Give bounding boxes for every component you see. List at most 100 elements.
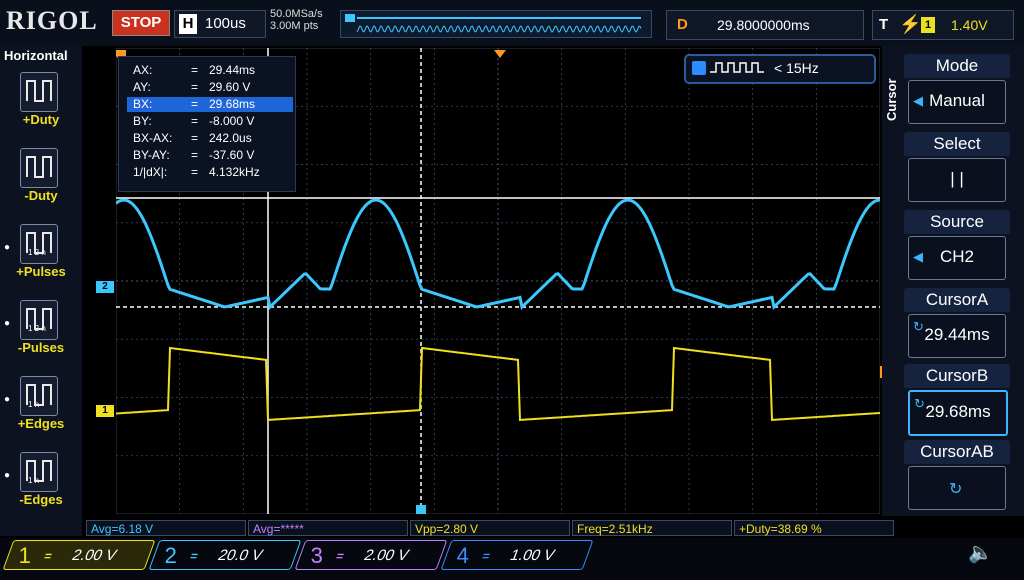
right-menu-item-value-box[interactable]: ↻ — [908, 466, 1006, 510]
cursor-readout-row: AY: = 29.60 V — [133, 80, 293, 95]
readout-equals: = — [191, 80, 199, 94]
cursor-readout-row: 1/|dX|: = 4.132kHz — [133, 165, 293, 180]
dot-indicator-icon: ● — [4, 318, 11, 329]
cursor-readout-panel: AX: = 29.44ms AY: = 29.60 V BX: = 29.68ms BY: = -8.… — [118, 56, 296, 192]
trigger-source: 1 — [921, 17, 935, 33]
readout-value: -37.60 V — [209, 148, 255, 162]
readout-value: -8.000 V — [209, 114, 255, 128]
sample-info: 50.0MSa/s 3.00M pts — [270, 8, 323, 32]
right-menu-item-cursorb[interactable]: CursorB ↻ 29.68ms — [904, 364, 1010, 438]
readout-value: 29.44ms — [209, 63, 256, 77]
right-menu-item-value: 29.68ms — [925, 402, 991, 421]
measurement-item[interactable]: Avg=***** — [248, 520, 408, 536]
right-menu-item-value: | | — [950, 169, 964, 188]
cursor-readout-row: BX: = 29.68ms — [127, 97, 293, 112]
left-menu-item-sub: 1 2 n — [28, 248, 46, 257]
cursor-readout-row: BY-AY: = -37.60 V — [133, 148, 293, 163]
horizontal-timebase[interactable]: H 100us — [174, 10, 266, 38]
left-menu-item-0[interactable]: +Duty — [0, 68, 82, 144]
measurement-item[interactable]: Avg=6.18 V — [86, 520, 246, 536]
channel-scale: 2.00 V — [69, 547, 120, 564]
pos-edges-icon — [20, 376, 58, 416]
channel-scale: 2.00 V — [361, 547, 412, 564]
right-menu-item-cursorab[interactable]: CursorAB ↻ — [904, 440, 1010, 514]
right-menu-item-value-box[interactable]: ◀ CH2 — [908, 236, 1006, 280]
right-menu-item-value: 29.44ms — [924, 325, 990, 344]
delay-display[interactable]: D 29.8000000ms — [666, 10, 864, 40]
right-menu-item-value: Manual — [929, 91, 985, 110]
dot-indicator-icon: ● — [4, 470, 11, 481]
memory-overview[interactable] — [340, 10, 652, 38]
delay-label: D — [677, 16, 688, 33]
ch1-ground-marker[interactable]: 1 — [96, 405, 114, 417]
left-menu-item-4[interactable]: 1 n ● +Edges — [0, 372, 82, 448]
left-menu-item-1[interactable]: -Duty — [0, 144, 82, 220]
readout-equals: = — [191, 148, 199, 162]
right-menu-item-source[interactable]: Source ◀ CH2 — [904, 210, 1010, 284]
square-wave-icon — [710, 62, 764, 73]
left-menu-item-2[interactable]: 1 2 n ● +Pulses — [0, 220, 82, 296]
readout-equals: = — [191, 131, 199, 145]
readout-value: 242.0us — [209, 131, 252, 145]
measurement-item[interactable]: Vpp=2.80 V — [410, 520, 570, 536]
channel-4-status[interactable]: 4 = 1.00 V — [440, 540, 594, 570]
channel-scale: 1.00 V — [507, 547, 558, 564]
channel-number: 2 — [164, 543, 177, 568]
left-menu-title: Horizontal — [4, 48, 68, 63]
timebase-value: 100us — [205, 15, 246, 32]
left-menu-item-label: -Pulses — [17, 340, 65, 355]
right-menu-item-title: Select — [904, 132, 1010, 156]
cursor-readout-row: AX: = 29.44ms — [133, 63, 293, 78]
right-menu-item-title: Mode — [904, 54, 1010, 78]
right-menu-item-title: CursorA — [904, 288, 1010, 312]
measurement-item[interactable]: Freq=2.51kHz — [572, 520, 732, 536]
neg-pulses-icon — [20, 300, 58, 340]
knob-rotate-icon: ↻ — [949, 481, 963, 498]
left-menu-item-5[interactable]: 1 n ● -Edges — [0, 448, 82, 524]
pos-pulses-icon — [20, 224, 58, 264]
right-menu-item-value-box[interactable]: ↻ 29.44ms — [908, 314, 1006, 358]
readout-equals: = — [191, 114, 199, 128]
ch2-ground-marker[interactable]: 2 — [96, 281, 114, 293]
neg-edges-icon — [20, 452, 58, 492]
channel-1-status[interactable]: 1 = 2.00 V — [2, 540, 156, 570]
run-stop-status[interactable]: STOP — [112, 10, 170, 36]
dc-coupling-icon: = — [42, 549, 55, 563]
channel-2-status[interactable]: 2 = 20.0 V — [148, 540, 302, 570]
sample-rate: 50.0MSa/s — [270, 8, 323, 20]
left-menu-item-label: +Pulses — [16, 264, 66, 279]
frequency-counter-value: < 15Hz — [774, 60, 819, 76]
right-menu-item-select[interactable]: Select | | — [904, 132, 1010, 206]
right-menu-item-value-box[interactable]: | | — [908, 158, 1006, 202]
readout-value: 29.68ms — [209, 97, 256, 111]
trigger-position-marker-top — [494, 50, 506, 58]
dc-coupling-icon: = — [480, 549, 493, 563]
right-menu-item-value-box[interactable]: ↻ 29.68ms — [908, 390, 1008, 436]
memory-window-marker — [345, 14, 355, 22]
dc-coupling-icon: = — [334, 549, 347, 563]
readout-equals: = — [191, 97, 199, 111]
frequency-counter: < 15Hz — [684, 54, 876, 84]
channel-scale: 20.0 V — [215, 547, 266, 564]
right-menu-item-mode[interactable]: Mode ◀ Manual — [904, 54, 1010, 128]
readout-value: 29.60 V — [209, 80, 251, 94]
speaker-icon[interactable]: 🔈 — [968, 540, 993, 565]
left-menu-item-3[interactable]: 1 2 n ● -Pulses — [0, 296, 82, 372]
left-menu-item-sub: 1 n — [28, 476, 40, 485]
brand-logo: RIGOL — [6, 6, 98, 35]
trigger-level: 1.40V — [951, 17, 988, 33]
readout-key: BY: — [133, 114, 152, 128]
trigger-display[interactable]: T ⚡ 1 1.40V — [872, 10, 1014, 40]
channel-3-status[interactable]: 3 = 2.00 V — [294, 540, 448, 570]
neg-duty-icon — [20, 148, 58, 188]
right-menu-item-value-box[interactable]: ◀ Manual — [908, 80, 1006, 124]
channel-number: 3 — [310, 543, 323, 568]
dc-coupling-icon: = — [188, 549, 201, 563]
readout-value: 4.132kHz — [209, 165, 260, 179]
pos-duty-icon — [20, 72, 58, 112]
dot-indicator-icon: ● — [4, 394, 11, 405]
readout-key: BX-AX: — [133, 131, 173, 145]
right-menu-item-cursora[interactable]: CursorA ↻ 29.44ms — [904, 288, 1010, 362]
readout-equals: = — [191, 165, 199, 179]
measurement-item[interactable]: +Duty=38.69 % — [734, 520, 894, 536]
